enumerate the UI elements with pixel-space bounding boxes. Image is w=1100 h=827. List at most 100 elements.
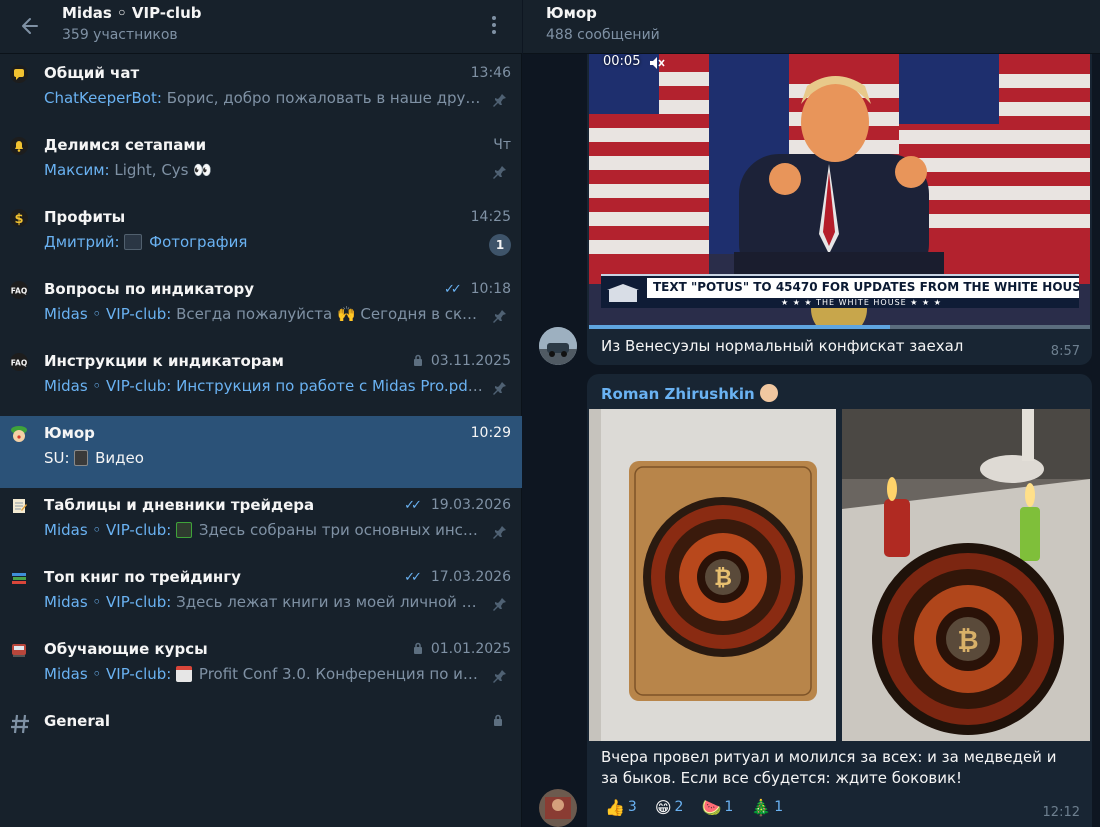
lock-icon (413, 354, 422, 366)
reaction-grin[interactable]: 😁 2 (649, 793, 690, 821)
topic-name: Инструкции к индикаторам (44, 352, 284, 370)
topic-time: 03.11.2025 (413, 353, 511, 369)
topic-preview: Дмитрий: Фотография (44, 233, 484, 251)
topic-preview: Midas ◦ VIP-club: Здесь лежат книги из м… (44, 593, 484, 611)
avatar[interactable] (539, 789, 577, 827)
video-progress-bar[interactable] (589, 325, 1090, 329)
back-button[interactable] (14, 10, 46, 42)
message-time: 8:57 (1050, 344, 1080, 359)
preview-text: Фотография (149, 233, 248, 251)
topic-preview: ChatKeeperBot: Борис, добро пожаловать в… (44, 89, 484, 107)
chat-subtitle: 488 сообщений (546, 27, 660, 43)
preview-text: Видео (95, 449, 144, 467)
topic-item-humor[interactable]: Юмор 10:29 SU: Видео (0, 416, 522, 488)
svg-text:FAQ: FAQ (11, 287, 27, 296)
pin-icon (493, 382, 506, 395)
pin-icon (493, 670, 506, 683)
group-subtitle: 359 участников (62, 27, 178, 43)
topic-time: ✓✓ 10:18 (444, 281, 511, 297)
topic-name: Топ книг по трейдингу (44, 568, 241, 586)
mute-icon[interactable] (649, 56, 665, 70)
topic-item-profits[interactable]: $ Профиты 14:25 Дмитрий: Фотография 1 (0, 200, 522, 272)
message-video[interactable]: 00:05 TEXT "POTUS" TO 45470 FOR UPDATES … (587, 54, 1092, 365)
topic-preview: Midas ◦ VIP-club: Инструкция по работе с… (44, 377, 484, 395)
topic-item-instructions[interactable]: FAQ Инструкции к индикаторам 03.11.2025 … (0, 344, 522, 416)
faq-icon: FAQ (8, 351, 30, 373)
topic-item-general-chat[interactable]: Общий чат 13:46 ChatKeeperBot: Борис, до… (0, 56, 522, 128)
topic-item-tables[interactable]: Таблицы и дневники трейдера ✓✓ 19.03.202… (0, 488, 522, 560)
message-time: 12:12 (1042, 805, 1080, 820)
preview-sender: Midas ◦ VIP-club: (44, 377, 172, 395)
news-headline: TEXT "POTUS" TO 45470 FOR UPDATES FROM T… (647, 278, 1079, 298)
reactions-bar: 👍 3 😁 2 🍉 1 🎄 1 (599, 793, 789, 821)
message-sender[interactable]: Roman Zhirushkin (601, 384, 778, 403)
preview-sender: Midas ◦ VIP-club: (44, 665, 172, 683)
reaction-tree[interactable]: 🎄 1 (745, 793, 789, 821)
calendar-emoji-icon (176, 666, 193, 682)
chat-header[interactable]: Юмор 488 сообщений (523, 0, 1100, 54)
photo-candles[interactable]: ₿ (842, 409, 1090, 741)
avatar[interactable] (539, 327, 577, 365)
time-value: 17.03.2026 (430, 569, 511, 585)
time-value: 01.01.2025 (430, 641, 511, 657)
unread-badge: 1 (489, 234, 511, 256)
topics-panel: Midas ◦ VIP-club 359 участников Общий ча… (0, 0, 522, 827)
topic-time: ✓✓ 17.03.2026 (404, 569, 511, 585)
topic-item-books[interactable]: Топ книг по трейдингу ✓✓ 17.03.2026 Mida… (0, 560, 522, 632)
pin-icon (493, 598, 506, 611)
topic-preview: SU: Видео (44, 449, 484, 467)
preview-sender: Midas ◦ VIP-club: (44, 521, 172, 539)
video-player[interactable]: 00:05 TEXT "POTUS" TO 45470 FOR UPDATES … (589, 54, 1090, 329)
svg-text:₿: ₿ (714, 566, 732, 591)
pin-icon (493, 526, 506, 539)
topics-header: Midas ◦ VIP-club 359 участников (0, 0, 522, 54)
white-house-icon (603, 278, 643, 308)
reaction-watermelon[interactable]: 🍉 1 (695, 793, 739, 821)
topic-item-general[interactable]: General (0, 704, 522, 776)
more-menu-button[interactable] (482, 10, 506, 40)
reaction-thumbs-up[interactable]: 👍 3 (599, 793, 643, 821)
chat-title: Юмор (546, 4, 597, 22)
pin-icon (493, 94, 506, 107)
topic-time: Чт (493, 137, 511, 153)
preview-text: Profit Conf 3.0. Конференция по инвестиц… (198, 665, 484, 683)
books-icon (8, 567, 30, 589)
topic-name: Обучающие курсы (44, 640, 208, 658)
topic-time: ✓✓ 19.03.2026 (404, 497, 511, 513)
memo-icon (8, 495, 30, 517)
sender-name: Roman Zhirushkin (601, 385, 755, 403)
topic-name: Делимся сетапами (44, 136, 207, 154)
hash-icon (9, 713, 31, 735)
svg-text:FAQ: FAQ (11, 359, 27, 368)
christmas-tree-icon: 🎄 (751, 797, 772, 817)
chat-panel: Юмор 488 сообщений 00:05 TEXT "POTUS" TO… (523, 0, 1100, 827)
speech-bubble-icon (8, 63, 30, 85)
message-photos[interactable]: Roman Zhirushkin ₿ ₿ Вчера провел ритуал… (587, 374, 1092, 827)
time-value: 10:18 (470, 281, 511, 297)
arrow-left-icon (22, 18, 38, 34)
topic-name: Таблицы и дневники трейдера (44, 496, 315, 514)
pin-icon (493, 310, 506, 323)
topic-preview: Midas ◦ VIP-club: Всегда пожалуйста 🙌 Се… (44, 305, 484, 323)
reaction-count: 1 (724, 799, 734, 815)
preview-text: Здесь лежат книги из моей личной подборк… (176, 593, 484, 611)
reaction-count: 2 (674, 799, 684, 815)
preview-sender: Дмитрий: (44, 233, 120, 251)
topic-name: General (44, 712, 110, 730)
topic-item-indicator-questions[interactable]: FAQ Вопросы по индикатору ✓✓ 10:18 Midas… (0, 272, 522, 344)
topic-item-courses[interactable]: Обучающие курсы 01.01.2025 Midas ◦ VIP-c… (0, 632, 522, 704)
lock-icon (494, 714, 502, 726)
video-progress-fill (589, 325, 890, 329)
time-value: 19.03.2026 (430, 497, 511, 513)
message-text: Вчера провел ритуал и молился за всех: и… (601, 748, 1057, 787)
preview-sender: SU: (44, 449, 70, 467)
flexed-arm-emoji-icon (759, 384, 778, 402)
svg-text:$: $ (14, 212, 23, 227)
group-title: Midas ◦ VIP-club (62, 4, 202, 22)
photo-board[interactable]: ₿ (589, 409, 836, 741)
more-vertical-icon (492, 16, 496, 34)
reaction-count: 1 (774, 799, 784, 815)
topic-list: Общий чат 13:46 ChatKeeperBot: Борис, до… (0, 56, 522, 776)
topic-name: Общий чат (44, 64, 140, 82)
topic-item-setups[interactable]: Делимся сетапами Чт Максим: Light, Cys 👀 (0, 128, 522, 200)
